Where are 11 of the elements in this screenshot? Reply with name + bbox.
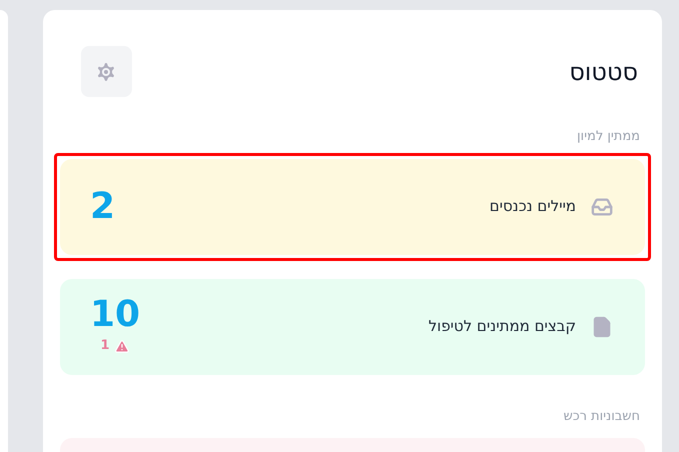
warning-count: 1 (100, 337, 110, 356)
count-number: 10 (90, 297, 140, 334)
section-label: ממתין למיון (576, 128, 641, 146)
section-label: חשבוניות רכש (562, 408, 641, 426)
card-label: מיילים נכנסים (490, 196, 576, 218)
count-number: 2 (90, 188, 116, 224)
card-label: קבצים ממתינים לטיפול (428, 316, 576, 338)
inbox-icon (591, 196, 613, 218)
page-title: סטטוס (569, 56, 638, 88)
settings-button[interactable] (80, 46, 132, 97)
warning-icon (114, 338, 130, 354)
